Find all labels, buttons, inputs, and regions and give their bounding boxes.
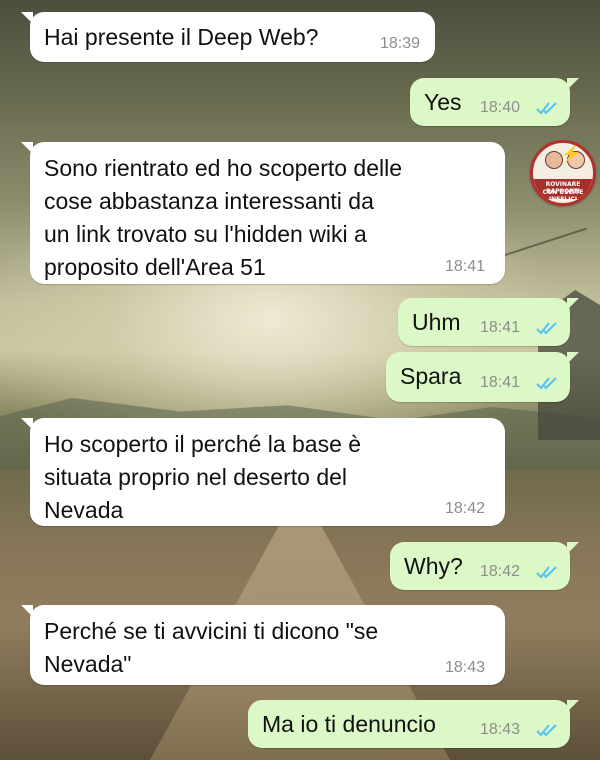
message-bubble-outgoing[interactable]: Yes 18:40 <box>410 78 579 126</box>
read-ticks-icon <box>536 377 557 390</box>
lightning-icon: ⚡ <box>561 146 581 163</box>
read-ticks-icon <box>536 724 557 737</box>
message-text: Ma io ti denuncio <box>262 711 436 737</box>
message-text: Ho scoperto il perché la base è situata … <box>44 431 362 523</box>
read-ticks-icon <box>536 322 557 335</box>
message-time: 18:42 <box>445 500 486 517</box>
watermark-logo: ⚡ ROVINARE RAPPORTI CON USCITE INFELICI <box>530 140 596 206</box>
message-text: Uhm <box>412 309 461 335</box>
message-text: Perché se ti avvicini ti dicono "se Neva… <box>44 618 379 677</box>
message-bubble-outgoing[interactable]: Ma io ti denuncio 18:43 <box>248 700 579 748</box>
message-time: 18:41 <box>445 258 486 275</box>
message-text: Sono rientrato ed ho scoperto delle cose… <box>44 155 403 280</box>
message-bubble-outgoing[interactable]: Uhm 18:41 <box>398 298 579 346</box>
message-time: 18:43 <box>445 659 486 676</box>
message-time: 18:39 <box>380 35 421 52</box>
message-text: Spara <box>400 363 462 389</box>
watermark-text-line2: CON USCITE INFELICI <box>542 189 584 203</box>
message-bubble-incoming[interactable]: Ho scoperto il perché la base è situata … <box>21 418 505 526</box>
message-time: 18:40 <box>480 99 521 116</box>
message-bubble-incoming[interactable]: Hai presente il Deep Web? 18:39 <box>21 12 435 62</box>
message-text: Hai presente il Deep Web? <box>44 24 319 50</box>
message-time: 18:41 <box>480 319 521 336</box>
message-bubble-outgoing[interactable]: Why? 18:42 <box>390 542 579 590</box>
read-ticks-icon <box>536 102 557 115</box>
message-time: 18:41 <box>480 374 521 391</box>
read-ticks-icon <box>536 566 557 579</box>
message-text: Why? <box>404 553 463 579</box>
message-bubble-outgoing[interactable]: Spara 18:41 <box>386 352 579 402</box>
message-bubble-incoming[interactable]: Sono rientrato ed ho scoperto delle cose… <box>21 142 505 284</box>
message-text: Yes <box>424 89 462 115</box>
message-bubble-incoming[interactable]: Perché se ti avvicini ti dicono "se Neva… <box>21 605 505 685</box>
message-time: 18:43 <box>480 721 521 738</box>
message-time: 18:42 <box>480 563 521 580</box>
